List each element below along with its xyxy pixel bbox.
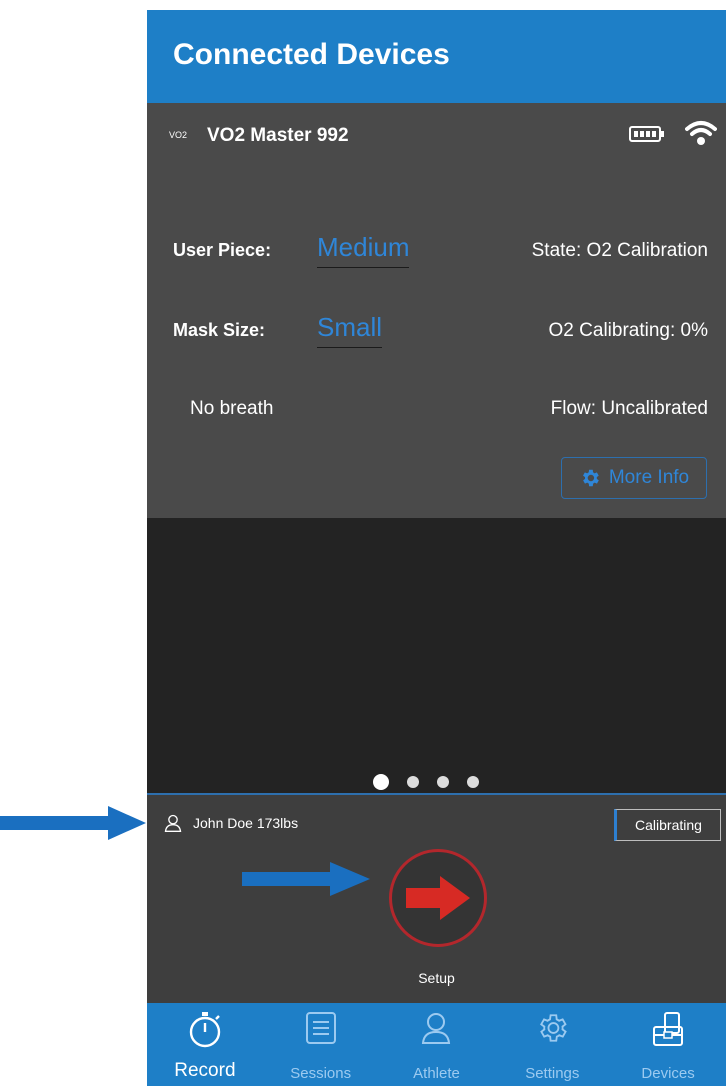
page-dot[interactable] <box>373 774 389 790</box>
nav-label: Record <box>174 1060 236 1081</box>
setup-button[interactable] <box>389 849 487 947</box>
person-icon <box>164 814 182 832</box>
mask-size-label: Mask Size: <box>173 320 266 340</box>
page-dot[interactable] <box>407 776 419 788</box>
gear-icon <box>582 469 599 487</box>
person-icon <box>422 1013 451 1044</box>
setup-label: Setup <box>418 970 455 986</box>
nav-sessions[interactable]: Sessions <box>263 1003 379 1086</box>
nav-label: Settings <box>525 1065 580 1082</box>
nav-settings[interactable]: Settings <box>494 1003 610 1086</box>
arrow-right-icon <box>406 876 470 920</box>
user-piece-select[interactable]: Medium <box>317 232 410 268</box>
battery-icon <box>629 126 664 142</box>
breath-status: No breath <box>190 398 274 419</box>
device-logo: VO2 <box>169 130 188 140</box>
app-screen: Connected Devices VO2 VO2 Master 992 Use… <box>147 10 726 1086</box>
state-text: State: O2 Calibration <box>531 240 708 261</box>
wifi-icon <box>685 121 717 145</box>
nav-label: Sessions <box>290 1065 352 1082</box>
nav-record[interactable]: Record <box>147 1003 263 1086</box>
device-name: VO2 Master 992 <box>207 125 349 146</box>
annotation-arrow-middle <box>242 862 370 896</box>
record-panel: John Doe 173lbs Calibrating Setup <box>147 793 726 1003</box>
devices-icon <box>653 1012 684 1046</box>
nav-label: Devices <box>641 1065 695 1082</box>
flow-status: Flow: Uncalibrated <box>550 398 708 419</box>
more-info-button[interactable]: More Info <box>561 457 707 499</box>
o2-calibrating-text: O2 Calibrating: 0% <box>548 320 708 341</box>
pager-area <box>147 518 726 793</box>
page-dot[interactable] <box>467 776 479 788</box>
page-dot[interactable] <box>437 776 449 788</box>
list-icon <box>305 1012 336 1044</box>
gear-icon <box>540 1014 568 1042</box>
page-title: Connected Devices <box>173 38 450 71</box>
nav-devices[interactable]: Devices <box>610 1003 726 1086</box>
mask-size-select[interactable]: Small <box>317 312 383 348</box>
annotation-arrow-left <box>0 806 146 840</box>
status-badge: Calibrating <box>614 809 721 841</box>
device-card: VO2 VO2 Master 992 User Piece: Medium St… <box>147 103 726 518</box>
nav-label: Athlete <box>413 1065 460 1082</box>
page-indicator <box>373 774 479 790</box>
bottom-nav: Record Sessions Athlete Settings Devices <box>147 1003 726 1086</box>
more-info-label: More Info <box>608 467 690 488</box>
athlete-name: John Doe 173lbs <box>193 815 299 831</box>
nav-athlete[interactable]: Athlete <box>379 1003 495 1086</box>
header-bar: Connected Devices <box>147 10 726 103</box>
stopwatch-icon <box>189 1012 221 1048</box>
athlete-selector[interactable]: John Doe 173lbs <box>163 813 298 833</box>
user-piece-label: User Piece: <box>173 240 272 260</box>
